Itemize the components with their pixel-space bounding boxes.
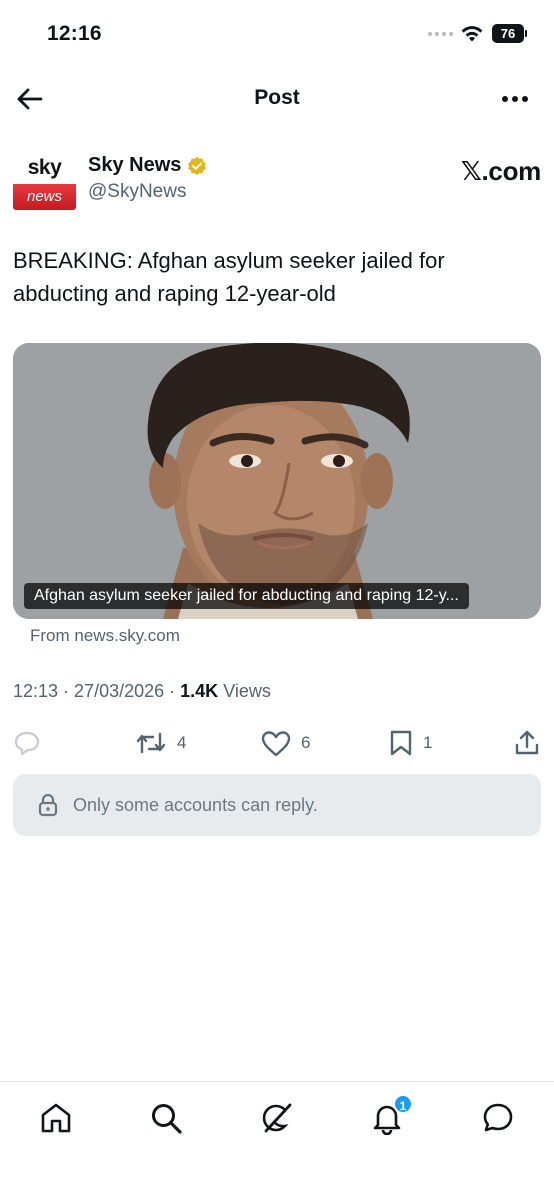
- share-icon: [515, 730, 539, 755]
- home-icon: [41, 1103, 71, 1133]
- tweet-meta: 12:13 · 27/03/2026 · 1.4K Views: [13, 681, 271, 701]
- more-horizontal-icon: [502, 96, 528, 102]
- like-button[interactable]: 6: [261, 726, 310, 760]
- search-icon: [152, 1104, 182, 1134]
- signal-dots-icon: [428, 32, 453, 36]
- avatar-sky-text: sky: [13, 152, 76, 184]
- views-label: Views: [223, 681, 271, 701]
- share-button[interactable]: [513, 726, 541, 760]
- action-bar: 4 6 1: [13, 726, 541, 760]
- tweet-time: 12:13: [13, 681, 59, 701]
- status-bar: 12:16 76: [0, 0, 554, 70]
- bookmark-count: 1: [423, 733, 433, 752]
- nav-home[interactable]: [36, 1098, 76, 1138]
- heart-icon: [261, 730, 291, 756]
- nav-notifications[interactable]: 1: [367, 1094, 413, 1138]
- notification-badge: 1: [393, 1094, 413, 1114]
- reply-button[interactable]: [13, 726, 41, 760]
- card-caption: Afghan asylum seeker jailed for abductin…: [24, 583, 469, 609]
- reply-icon: [14, 731, 40, 756]
- nav-search[interactable]: [146, 1098, 186, 1138]
- battery-icon: 76: [492, 24, 527, 43]
- page-title: Post: [254, 86, 300, 109]
- lock-icon: [38, 793, 58, 817]
- avatar-news-text: news: [13, 184, 76, 210]
- link-card-image[interactable]: Afghan asylum seeker jailed for abductin…: [13, 343, 541, 619]
- more-options-button[interactable]: [498, 84, 532, 114]
- tweet-text: BREAKING: Afghan asylum seeker jailed fo…: [13, 248, 445, 306]
- nav-grok[interactable]: [257, 1098, 297, 1138]
- reply-restriction-text: Only some accounts can reply.: [73, 794, 318, 815]
- reply-restriction-banner: Only some accounts can reply.: [13, 774, 541, 836]
- status-time: 12:16: [47, 22, 102, 45]
- bottom-nav: 1: [0, 1081, 554, 1200]
- author-name-text: Sky News: [88, 154, 182, 176]
- tweet-author: sky news Sky News @SkyNews 𝕏.com: [13, 146, 541, 212]
- bookmark-button[interactable]: 1: [389, 726, 432, 760]
- gold-verified-badge-icon: [188, 156, 207, 175]
- top-header: Post: [0, 70, 554, 128]
- like-count: 6: [301, 733, 311, 752]
- author-name[interactable]: Sky News: [88, 154, 207, 177]
- messages-icon: [483, 1103, 513, 1132]
- grok-icon: [262, 1103, 292, 1133]
- bookmark-icon: [390, 730, 412, 756]
- views-count: 1.4K: [180, 681, 219, 701]
- wifi-icon: [461, 26, 483, 42]
- card-photo: [13, 343, 541, 619]
- repost-count: 4: [177, 733, 187, 752]
- repost-icon: [136, 732, 166, 754]
- repost-button[interactable]: 4: [135, 726, 186, 760]
- author-handle[interactable]: @SkyNews: [88, 181, 186, 203]
- avatar[interactable]: sky news: [13, 152, 76, 210]
- card-source-link[interactable]: From news.sky.com: [30, 626, 180, 646]
- nav-messages[interactable]: [478, 1098, 518, 1138]
- tweet-date: 27/03/2026: [74, 681, 165, 701]
- x-com-watermark: 𝕏.com: [460, 156, 541, 186]
